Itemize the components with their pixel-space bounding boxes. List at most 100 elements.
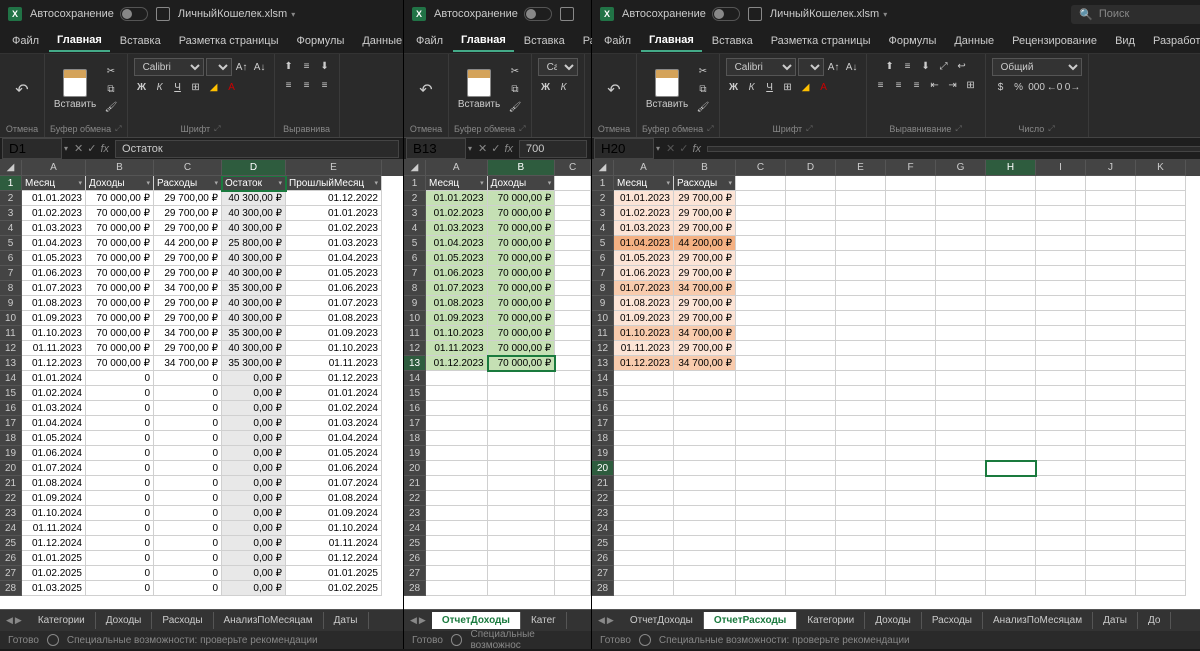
cell[interactable]: 01.02.2024 [286, 401, 382, 416]
cell[interactable] [555, 356, 591, 371]
cell[interactable] [614, 491, 674, 506]
align-middle-icon[interactable]: ≡ [900, 58, 916, 74]
cell[interactable]: 70 000,00 ₽ [86, 191, 154, 206]
cell[interactable] [488, 446, 556, 461]
cell[interactable]: 29 700,00 ₽ [674, 266, 736, 281]
cell[interactable] [836, 431, 886, 446]
cell[interactable] [1136, 326, 1186, 341]
cell[interactable] [986, 341, 1036, 356]
save-icon[interactable] [560, 7, 574, 21]
cell[interactable]: 70 000,00 ₽ [488, 296, 556, 311]
cell[interactable] [886, 326, 936, 341]
cell[interactable]: 01.06.2023 [614, 266, 674, 281]
cell[interactable]: 01.01.2024 [22, 371, 86, 386]
menu-data[interactable]: Данные [946, 31, 1002, 51]
cell[interactable]: 40 300,00 ₽ [222, 311, 286, 326]
cell[interactable] [836, 581, 886, 596]
cell[interactable] [736, 296, 786, 311]
cell[interactable] [1086, 236, 1136, 251]
cell[interactable] [936, 446, 986, 461]
cell[interactable]: 40 300,00 ₽ [222, 251, 286, 266]
cell[interactable] [1036, 386, 1086, 401]
cell[interactable] [886, 296, 936, 311]
cell[interactable] [736, 236, 786, 251]
cell[interactable] [1136, 506, 1186, 521]
cell[interactable] [786, 296, 836, 311]
font-size-select[interactable]: 11 [798, 58, 824, 76]
cell[interactable] [886, 236, 936, 251]
filename[interactable]: ЛичныйКошелек.xlsm▾ [770, 8, 887, 20]
cell[interactable] [836, 206, 886, 221]
cell[interactable] [786, 521, 836, 536]
cell[interactable]: 0,00 ₽ [222, 536, 286, 551]
fill-color-icon[interactable]: ◢ [206, 79, 222, 95]
cell[interactable]: 0,00 ₽ [222, 581, 286, 596]
cell[interactable] [614, 431, 674, 446]
cell[interactable]: 29 700,00 ₽ [674, 296, 736, 311]
cell[interactable] [1036, 401, 1086, 416]
accessibility-icon[interactable] [47, 634, 59, 646]
paste-button[interactable]: Вставить [455, 62, 503, 118]
cell[interactable]: 70 000,00 ₽ [86, 251, 154, 266]
cell[interactable]: 0,00 ₽ [222, 491, 286, 506]
cell[interactable] [986, 221, 1036, 236]
cell[interactable] [986, 326, 1036, 341]
cell[interactable] [786, 341, 836, 356]
cell[interactable] [886, 446, 936, 461]
cell[interactable]: 70 000,00 ₽ [488, 251, 556, 266]
cell[interactable] [1086, 191, 1136, 206]
cell[interactable]: 01.07.2023 [22, 281, 86, 296]
cell[interactable] [936, 476, 986, 491]
cell[interactable] [986, 461, 1036, 476]
cell[interactable] [986, 356, 1036, 371]
cell[interactable] [986, 236, 1036, 251]
cell[interactable]: 70 000,00 ₽ [488, 311, 556, 326]
align-top-icon[interactable]: ⬆ [882, 58, 898, 74]
cell[interactable] [1136, 386, 1186, 401]
filename[interactable]: ЛичныйКошелек.xlsm▾ [178, 8, 295, 20]
cell[interactable]: 34 700,00 ₽ [154, 281, 222, 296]
cell[interactable]: 01.03.2024 [22, 401, 86, 416]
cell[interactable]: 0,00 ₽ [222, 461, 286, 476]
cell[interactable] [426, 491, 488, 506]
cell[interactable]: 70 000,00 ₽ [488, 356, 556, 371]
cell[interactable] [555, 341, 591, 356]
cell[interactable] [886, 281, 936, 296]
cell[interactable] [1036, 326, 1086, 341]
cell[interactable] [1086, 371, 1136, 386]
cell[interactable] [736, 521, 786, 536]
save-icon[interactable] [156, 7, 170, 21]
cell[interactable] [736, 536, 786, 551]
cancel-icon[interactable]: ✕ [74, 142, 83, 155]
cell[interactable]: 01.08.2023 [286, 311, 382, 326]
cell[interactable]: 01.06.2024 [286, 461, 382, 476]
cell[interactable] [986, 401, 1036, 416]
name-box[interactable] [406, 138, 466, 159]
cell[interactable]: 01.02.2023 [286, 221, 382, 236]
cell[interactable]: 01.08.2024 [286, 491, 382, 506]
cell[interactable] [786, 251, 836, 266]
cell[interactable]: 70 000,00 ₽ [86, 236, 154, 251]
cell[interactable]: 01.04.2023 [614, 236, 674, 251]
cell[interactable] [986, 491, 1036, 506]
cell[interactable] [936, 566, 986, 581]
cell[interactable]: 35 300,00 ₽ [222, 326, 286, 341]
cell[interactable]: 01.04.2023 [286, 251, 382, 266]
menu-insert[interactable]: Вставка [704, 31, 761, 51]
cell[interactable]: 01.11.2023 [614, 341, 674, 356]
cell[interactable] [936, 431, 986, 446]
format-painter-icon[interactable]: 🖌 [695, 100, 711, 116]
cell[interactable] [555, 281, 591, 296]
col-header[interactable]: C [154, 160, 222, 176]
sheet-tab[interactable]: АнализПоМесяцам [983, 612, 1093, 629]
tab-prev-icon[interactable]: ◀ [6, 615, 13, 626]
cell[interactable] [886, 251, 936, 266]
cell[interactable] [426, 536, 488, 551]
cell[interactable] [836, 281, 886, 296]
cell[interactable] [614, 551, 674, 566]
cell[interactable] [1136, 416, 1186, 431]
cell[interactable]: 29 700,00 ₽ [674, 251, 736, 266]
menu-file[interactable]: Файл [596, 31, 639, 51]
cell[interactable]: 34 700,00 ₽ [674, 281, 736, 296]
cell[interactable] [886, 566, 936, 581]
